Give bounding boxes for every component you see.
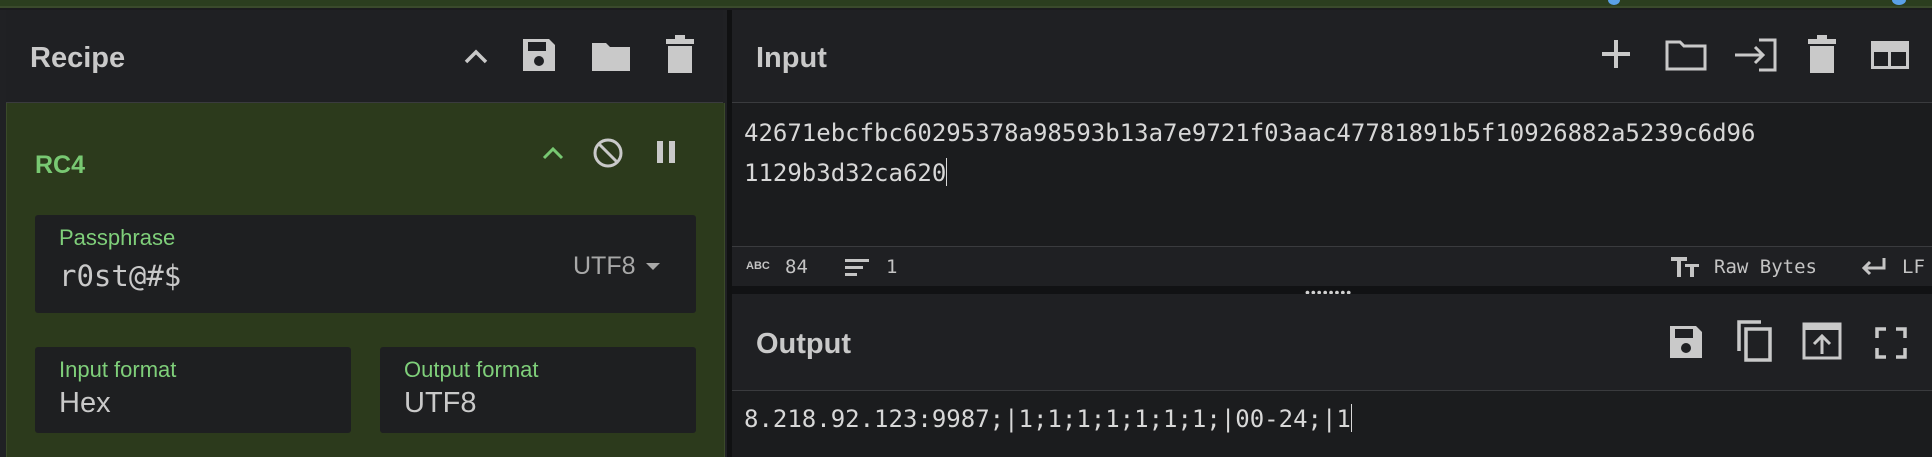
- encoding-value: UTF8: [573, 252, 636, 280]
- output-header: Output: [732, 294, 1932, 391]
- layout-icon[interactable]: [1868, 38, 1912, 72]
- open-folder-icon[interactable]: [1664, 36, 1708, 74]
- input-length: 84: [785, 256, 808, 278]
- caret-down-icon: [646, 263, 661, 270]
- passphrase-label: Passphrase: [59, 225, 176, 250]
- chevron-up-icon[interactable]: [539, 139, 567, 167]
- abc-icon: ABC: [746, 260, 770, 272]
- output-text: 8.218.92.123:9987;|1;1;1;1;1;1;1;|00-24;…: [744, 399, 1352, 439]
- lines-icon: [844, 256, 870, 283]
- open-input-icon[interactable]: [1732, 36, 1778, 74]
- recipe-panel: Recipe RC4 Passphrase r0st@#$ UTF8 Input…: [0, 10, 727, 457]
- input-text-line: 42671ebcfbc60295378a98593b13a7e9721f03aa…: [744, 119, 1756, 147]
- input-status-bar: ABC 84 1 Raw Bytes LF: [732, 246, 1932, 287]
- passphrase-field[interactable]: Passphrase r0st@#$ UTF8: [35, 215, 696, 313]
- raw-bytes-toggle[interactable]: Raw Bytes: [1714, 256, 1817, 278]
- add-icon[interactable]: [1598, 36, 1634, 72]
- status-dot: [1892, 0, 1906, 5]
- maximize-icon[interactable]: [1872, 324, 1910, 362]
- operation-title: RC4: [35, 151, 86, 179]
- output-format-value[interactable]: UTF8: [404, 387, 477, 420]
- output-textarea[interactable]: 8.218.92.123:9987;|1;1;1;1;1;1;1;|00-24;…: [732, 391, 1932, 457]
- input-format-label: Input format: [59, 357, 177, 382]
- rc4-operation: RC4 Passphrase r0st@#$ UTF8 Input format…: [6, 103, 725, 457]
- trash-icon[interactable]: [1804, 34, 1840, 74]
- input-header: Input: [732, 10, 1932, 103]
- status-dot: [1608, 0, 1620, 5]
- line-ending[interactable]: LF: [1902, 256, 1925, 278]
- passphrase-value[interactable]: r0st@#$: [59, 259, 181, 293]
- input-format-value[interactable]: Hex: [59, 387, 111, 420]
- input-line-count: 1: [886, 256, 898, 278]
- return-icon[interactable]: [1860, 256, 1886, 283]
- text-cursor: [946, 158, 948, 186]
- input-format-field[interactable]: Input format Hex: [35, 347, 351, 433]
- disable-icon[interactable]: [591, 136, 625, 170]
- recipe-header: Recipe: [6, 10, 723, 103]
- text-size-icon[interactable]: [1670, 255, 1700, 284]
- replace-input-icon[interactable]: [1800, 320, 1844, 362]
- input-title: Input: [756, 42, 827, 74]
- input-text-line: 1129b3d32ca620: [744, 153, 948, 193]
- pause-icon[interactable]: [651, 137, 681, 167]
- save-icon[interactable]: [520, 36, 558, 74]
- output-format-field[interactable]: Output format UTF8: [380, 347, 696, 433]
- trash-icon[interactable]: [662, 34, 698, 74]
- text-cursor: [1350, 404, 1352, 432]
- copy-icon[interactable]: [1732, 318, 1774, 364]
- chevron-up-icon[interactable]: [458, 38, 494, 74]
- output-title: Output: [756, 328, 852, 360]
- save-icon[interactable]: [1666, 322, 1706, 362]
- top-bar: [0, 0, 1932, 8]
- encoding-select[interactable]: UTF8: [573, 252, 661, 281]
- input-text-line-content: 1129b3d32ca620: [744, 159, 947, 187]
- output-format-label: Output format: [404, 357, 539, 382]
- output-text-content: 8.218.92.123:9987;|1;1;1;1;1;1;1;|00-24;…: [744, 405, 1351, 433]
- input-textarea[interactable]: 42671ebcfbc60295378a98593b13a7e9721f03aa…: [732, 103, 1932, 246]
- folder-icon[interactable]: [590, 38, 632, 74]
- recipe-title: Recipe: [30, 42, 126, 74]
